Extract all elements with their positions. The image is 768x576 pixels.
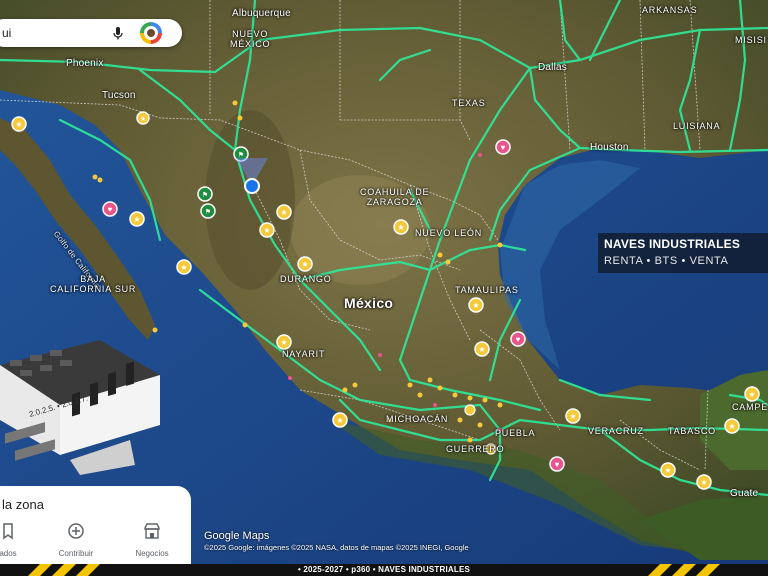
label-guerrero: GUERRERO [446,444,505,454]
storefront-icon [144,523,160,539]
star-marker-19 [464,404,476,416]
label-nuevo-leon: NUEVO LEÓN [415,228,483,238]
star-marker-12: ★ [332,412,348,428]
label-coahuila: COAHUILA DE ZARAGOZA [360,187,430,207]
star-marker-11: ★ [276,334,292,350]
flag-marker-2: ⚑ [197,186,213,202]
label-nuevo-mexico: NUEVO MÉXICO [230,29,271,49]
label-albuquerque: Albuquerque [232,8,291,19]
heart-marker-3: ♥ [510,331,526,347]
label-misisipi: MISISI [735,35,767,45]
label-campeche: CAMPE [732,402,768,412]
profile-avatar-icon[interactable] [140,22,162,44]
svg-text:★: ★ [263,226,270,235]
label-guatemala: Guate [730,488,759,499]
svg-text:★: ★ [140,115,146,123]
bookmark-icon [3,523,13,540]
label-nayarit: NAYARIT [282,349,326,359]
map-attribution[interactable]: ©2025 Google: imágenes ©2025 NASA, datos… [204,543,469,552]
sheet-title: la zona [2,497,44,512]
svg-text:⚑: ⚑ [238,151,244,159]
label-luisiana: LUISIANA [673,121,721,131]
svg-text:♥: ♥ [108,205,113,214]
star-marker-8: ★ [393,219,409,235]
star-marker-16: ★ [724,418,740,434]
star-marker-10: ★ [474,341,490,357]
nav-negocios[interactable]: Negocios [122,522,182,558]
label-durango: DURANGO [280,274,332,284]
label-texas: TEXAS [452,98,486,108]
google-maps-logo: Google Maps [204,530,270,542]
svg-text:★: ★ [664,466,671,475]
svg-text:★: ★ [728,422,735,431]
svg-text:♥: ♥ [501,143,506,152]
star-marker-6: ★ [259,222,275,238]
label-phoenix: Phoenix [66,58,104,69]
flag-marker-3: ⚑ [200,203,216,219]
naves-industriales-banner: NAVES INDUSTRIALES RENTA • BTS • VENTA [598,233,768,273]
label-michoacan: MICHOACÁN [386,414,449,424]
svg-text:★: ★ [478,345,485,354]
svg-text:★: ★ [700,478,707,487]
star-marker-7: ★ [297,256,313,272]
svg-text:★: ★ [15,120,22,129]
svg-text:♥: ♥ [555,460,560,469]
banner-subtitle: RENTA • BTS • VENTA [604,255,729,267]
svg-text:★: ★ [301,260,308,269]
bottom-sheet[interactable]: la zona ados Contribuir Negocios [0,486,191,576]
star-marker-13: ★ [565,408,581,424]
heart-marker-1: ♥ [102,201,118,217]
star-marker-9: ★ [468,297,484,313]
svg-text:⚑: ⚑ [205,208,211,216]
svg-text:★: ★ [280,208,287,217]
add-circle-icon [68,523,84,539]
label-houston: Houston [590,142,629,153]
warehouse-illustration: 2.0.2.5. • 2.0.2.7. [0,340,160,475]
label-tabasco: TABASCO [668,426,716,436]
star-marker-4: ★ [176,259,192,275]
svg-text:⚑: ⚑ [202,191,208,199]
star-marker-5: ★ [276,204,292,220]
svg-text:★: ★ [280,338,287,347]
label-tucson: Tucson [102,90,136,101]
svg-text:♥: ♥ [516,335,521,344]
star-marker-14: ★ [660,462,676,478]
svg-text:★: ★ [336,416,343,425]
svg-text:★: ★ [569,412,576,421]
label-baja-california-sur: BAJA CALIFORNIA SUR [50,274,137,294]
star-marker-15: ★ [696,474,712,490]
heart-marker-4: ♥ [549,456,565,472]
label-puebla: PUEBLA [495,428,536,438]
svg-text:★: ★ [180,263,187,272]
search-bar[interactable]: ui [0,19,182,47]
star-marker-1: ★ [11,116,27,132]
footer-text: • 2025-2027 • p360 • NAVES INDUSTRIALES [297,565,471,574]
label-veracruz: VERACRUZ [588,426,644,436]
label-dallas: Dallas [538,62,567,73]
svg-text:★: ★ [748,390,755,399]
nav-contribuir[interactable]: Contribuir [46,522,106,558]
footer-strip: • 2025-2027 • p360 • NAVES INDUSTRIALES [0,564,768,576]
label-tamaulipas: TAMAULIPAS [455,285,519,295]
star-marker-2: ★ [136,111,150,125]
nav-guardados[interactable]: ados [0,522,38,558]
nav-guardados-label: ados [0,549,17,558]
svg-text:★: ★ [133,215,140,224]
star-marker-17: ★ [744,386,760,402]
label-mexico: México [344,295,394,311]
nav-contribuir-label: Contribuir [58,549,94,558]
microphone-icon[interactable] [110,25,126,41]
banner-title: NAVES INDUSTRIALES [604,237,741,251]
search-input[interactable]: ui [2,26,11,40]
nav-negocios-label: Negocios [135,549,169,558]
label-arkansas: ARKANSAS [642,5,698,15]
svg-text:★: ★ [397,223,404,232]
star-marker-3: ★ [129,211,145,227]
svg-text:★: ★ [472,301,479,310]
heart-marker-2: ♥ [495,139,511,155]
